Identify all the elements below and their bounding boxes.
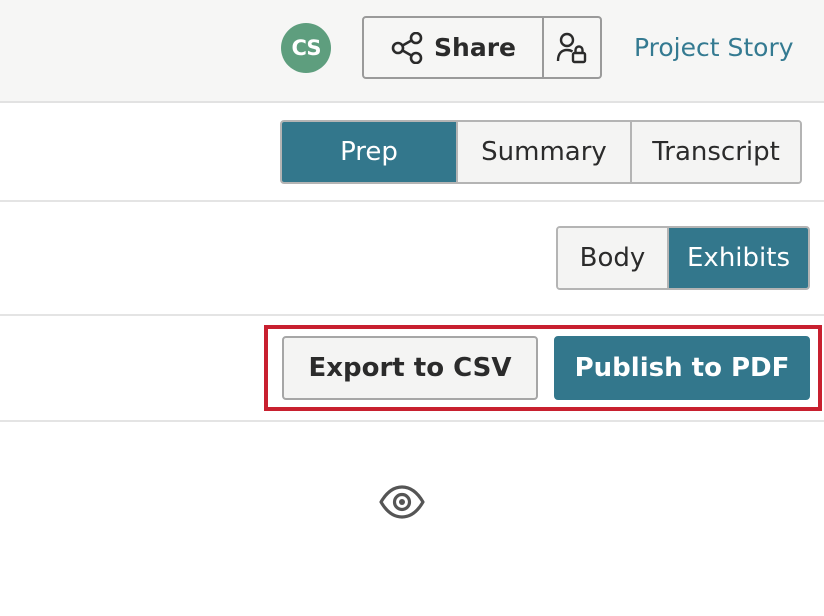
tab-exhibits[interactable]: Exhibits bbox=[667, 228, 808, 288]
tab-prep[interactable]: Prep bbox=[282, 122, 456, 182]
share-button-group: Share bbox=[362, 16, 602, 79]
top-header: CS Share Project Story bbox=[0, 0, 824, 103]
divider bbox=[0, 200, 824, 202]
view-tabs: Prep Summary Transcript bbox=[280, 120, 802, 184]
divider bbox=[0, 314, 824, 316]
share-button[interactable]: Share bbox=[364, 18, 544, 77]
publish-pdf-button[interactable]: Publish to PDF bbox=[554, 336, 810, 400]
content-tabs: Body Exhibits bbox=[556, 226, 810, 290]
avatar[interactable]: CS bbox=[281, 23, 331, 73]
share-label: Share bbox=[434, 33, 516, 62]
access-settings-button[interactable] bbox=[544, 18, 600, 77]
export-csv-button[interactable]: Export to CSV bbox=[282, 336, 538, 400]
tab-summary[interactable]: Summary bbox=[456, 122, 630, 182]
divider bbox=[0, 420, 824, 422]
user-lock-icon bbox=[556, 31, 588, 65]
tab-body[interactable]: Body bbox=[558, 228, 667, 288]
eye-icon[interactable] bbox=[378, 484, 426, 520]
project-story-link[interactable]: Project Story bbox=[634, 30, 794, 66]
tab-transcript[interactable]: Transcript bbox=[630, 122, 800, 182]
share-icon bbox=[390, 31, 424, 64]
